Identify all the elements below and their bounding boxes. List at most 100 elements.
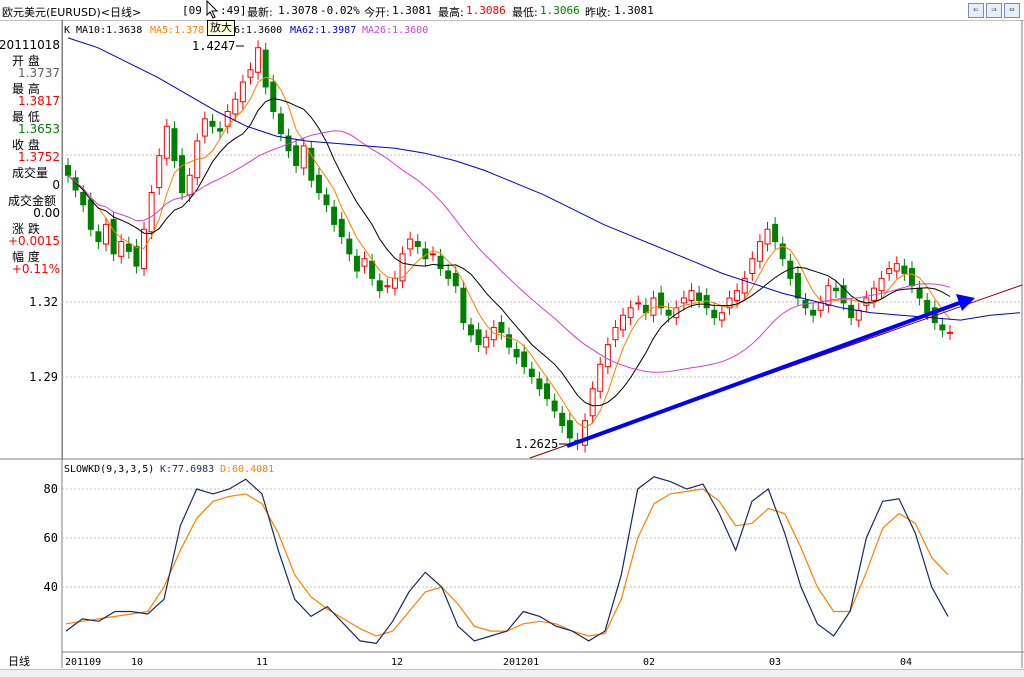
candle-body [103,223,110,245]
candle-body [414,241,421,247]
candle-body [179,155,186,193]
x-tick-label: 02 [643,657,655,668]
candle-body [80,191,87,206]
candle-body [331,206,338,225]
candle-body [513,349,520,358]
candle-body [369,260,376,279]
candle-body [726,297,733,309]
candle-body [528,368,535,378]
candle-body [247,69,254,78]
candle-body [118,241,125,257]
y-tick-label: 1.32 [29,295,58,309]
candle-body [734,290,741,301]
candle-body [756,241,763,262]
ma-legend-prefix: K [64,25,70,36]
candle-body [810,309,817,316]
candle-body [947,331,953,334]
candle-body [635,302,642,305]
candle-body [566,420,573,439]
period-label: 日线 [8,654,30,668]
candle-body [772,223,779,243]
kd-y-tick: 40 [44,580,58,594]
candle-body [171,128,178,162]
candle-body [323,194,330,206]
candle-body [186,174,193,196]
x-tick-label: 10 [131,657,143,668]
candle-body [300,145,307,169]
kd-legend-name: SLOWKD(9,3,3,5) [64,464,154,475]
kd-y-tick: 60 [44,531,58,545]
candle-body [878,277,885,292]
kd-legend-k: K:77.6983 [160,464,214,475]
zoom-tooltip: 放大 [207,20,235,36]
candle-body [696,292,703,301]
ma10-line [67,97,951,407]
candle-body [544,383,551,400]
kd-legend-d: D:60.4081 [220,464,274,475]
candle-body [893,263,900,272]
candle-body [886,268,893,274]
candle-body [597,363,604,392]
candle-body [293,145,300,166]
candle-body [141,228,148,270]
candle-body [559,412,566,427]
candle-body [475,329,482,346]
candle-body [749,258,756,274]
candle-body [718,312,725,321]
candle-body [817,302,824,311]
candle-body [467,324,474,336]
candle-body [255,47,262,73]
candle-body [924,299,931,314]
price-chart[interactable]: 1.32 1.29 80 60 40 K MA10:1.3638 MA5:1.3… [0,0,1024,676]
candle-body [232,98,239,115]
candle-body [95,231,102,243]
candle-body [483,336,490,348]
ma26-legend: MA26:1.3600 [362,25,428,36]
kd-y-tick: 80 [44,482,58,496]
candle-body [277,113,284,135]
ma20-legend: 6:1.3600 [234,25,282,36]
candle-body [551,400,558,412]
candle-body [794,272,801,299]
candle-body [908,268,915,287]
candle-body [209,120,216,127]
candle-body [338,218,345,238]
candle-body [711,309,718,319]
candle-body [620,314,627,331]
candle-body [133,245,140,267]
candle-body [445,270,452,279]
candle-body [901,265,908,274]
candle-body [688,290,695,301]
x-tick-label: 201109 [65,657,101,668]
candle-body [110,218,117,255]
candle-body [498,322,505,333]
candle-body [848,304,855,319]
candle-body [825,285,832,306]
candle-body [346,238,353,255]
kd-k-line [65,476,949,645]
candle-body [916,287,923,299]
kd-d-line [65,488,949,637]
x-tick-label: 201201 [503,657,539,668]
candle-body [376,280,383,292]
candle-body [262,49,269,88]
candle-body [65,164,71,176]
x-tick-label: 03 [769,657,781,668]
candle-body [665,309,672,316]
ma62-legend: MA62:1.3987 [290,25,356,36]
candle-body [239,81,246,103]
candle-body [315,174,322,193]
candle-body [939,324,946,331]
x-tick-label: 11 [256,657,268,668]
candle-body [125,243,132,252]
candle-body [452,272,459,287]
candle-body [270,81,277,113]
candle-body [148,191,155,233]
candle-body [627,307,634,319]
candle-body [163,125,170,159]
candle-body [589,388,596,417]
candle-body [437,255,444,270]
y-tick-label: 1.29 [29,370,58,384]
candle-body [353,255,360,272]
candle-body [87,199,94,230]
